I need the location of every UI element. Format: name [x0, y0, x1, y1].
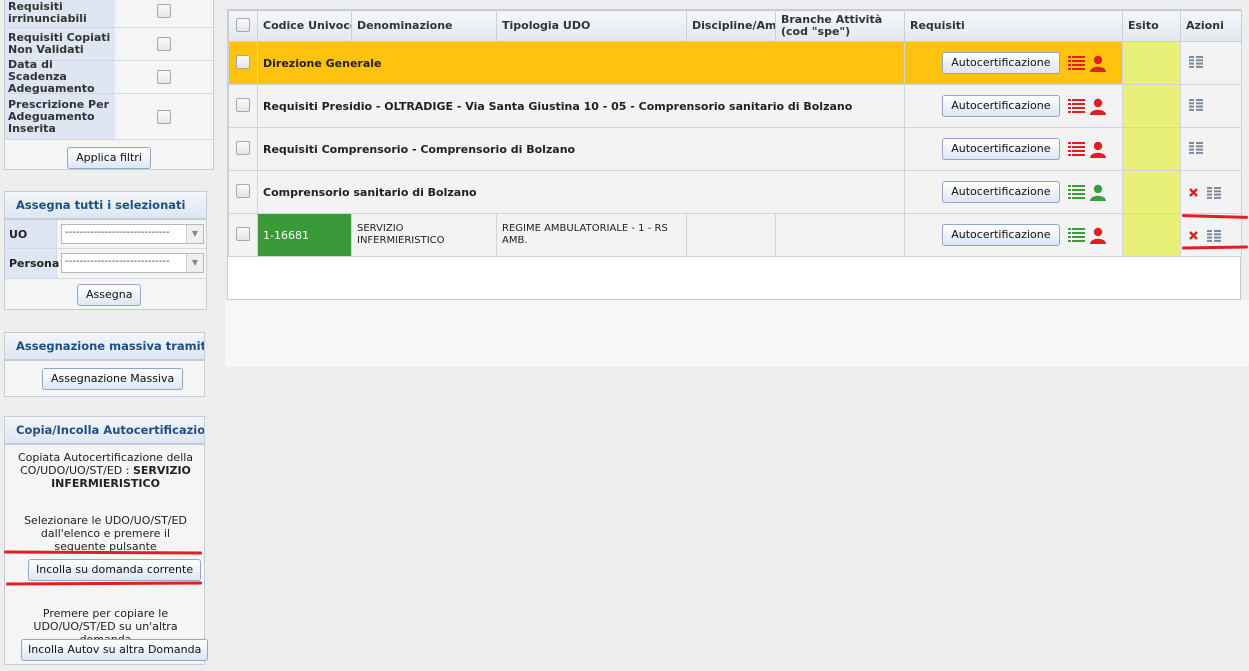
persona-select[interactable]: ----------------------------- ▼ [61, 253, 204, 273]
filter-row: Prescrizione Per Adeguamento Inserita [5, 94, 213, 140]
udo-code-cell[interactable]: 1-16681 [257, 213, 352, 257]
autocert-button[interactable]: Autocertificazione [942, 95, 1060, 117]
col-azioni: Azioni [1180, 10, 1242, 42]
autocert-button[interactable]: Autocertificazione [942, 138, 1060, 160]
autocert-button[interactable]: Autocertificazione [942, 52, 1060, 74]
filter-checkbox-irrinunciabili[interactable] [157, 4, 171, 18]
uo-select[interactable]: ----------------------------- ▼ [61, 224, 204, 244]
filter-checkbox-prescrizione[interactable] [157, 109, 171, 124]
details-icon[interactable] [1189, 98, 1203, 111]
filter-row: Requisiti Copiati Non Validati [5, 28, 213, 61]
esito-cell [1122, 84, 1181, 128]
requirements-list-icon[interactable] [1068, 141, 1085, 157]
table-row: Requisiti Presidio - OLTRADIGE - Via San… [228, 84, 1242, 128]
select-instructions: Selezionare le UDO/UO/ST/ED dall'elenco … [24, 514, 187, 553]
col-requisiti[interactable]: Requisiti [904, 10, 1123, 42]
main-content-area [225, 300, 1249, 367]
table-row: Direzione Generale Autocertificazione [228, 41, 1242, 85]
details-icon[interactable] [1189, 141, 1203, 154]
col-esito[interactable]: Esito [1122, 10, 1181, 42]
col-branche[interactable]: Branche Attività (cod "spe") [775, 10, 905, 42]
user-icon[interactable] [1090, 184, 1106, 201]
udo-branche [775, 213, 905, 257]
filter-row: Data di Scadenza Adeguamento [5, 59, 213, 95]
row-checkbox[interactable] [236, 183, 250, 198]
col-denominazione[interactable]: Denominazione [351, 10, 497, 42]
user-icon[interactable] [1090, 227, 1106, 244]
requirements-list-icon[interactable] [1068, 55, 1085, 71]
copy-paste-panel: Copiata Autocertificazione della CO/UDO/… [4, 444, 209, 665]
col-tipologia[interactable]: Tipologia UDO [496, 10, 687, 42]
requirements-list-icon[interactable] [1068, 98, 1085, 114]
filter-checkbox-non-validati[interactable] [157, 37, 171, 51]
mass-assign-panel-title: Assegnazione massiva tramite UO [4, 332, 205, 360]
requirements-list-icon[interactable] [1068, 184, 1085, 200]
persona-select-value: ----------------------------- [65, 256, 170, 267]
assign-panel: UO ----------------------------- ▼ Perso… [4, 219, 207, 310]
filter-label: Requisiti irrinunciabili [5, 0, 115, 27]
chevron-down-icon: ▼ [186, 225, 203, 243]
filter-checkbox-scadenza[interactable] [157, 70, 171, 84]
row-title: Comprensorio sanitario di Bolzano [257, 170, 905, 214]
esito-cell [1122, 127, 1181, 171]
mass-assign-panel: Assegnazione Massiva [4, 360, 205, 397]
udo-table-container: Codice Univoco Denominazione Tipologia U… [227, 9, 1242, 300]
select-all-checkbox[interactable] [236, 17, 250, 32]
row-checkbox[interactable] [236, 226, 250, 241]
paste-current-button[interactable]: Incolla su domanda corrente [28, 559, 202, 581]
autocert-button[interactable]: Autocertificazione [942, 224, 1060, 246]
user-icon[interactable] [1090, 55, 1106, 72]
row-checkbox[interactable] [236, 97, 250, 112]
copy-paste-panel-title: Copia/Incolla Autocertificazione [4, 416, 205, 444]
row-title: Requisiti Comprensorio - Comprensorio di… [257, 127, 905, 171]
filter-label: Prescrizione Per Adeguamento Inserita [5, 94, 115, 139]
user-icon[interactable] [1090, 141, 1106, 158]
esito-cell [1122, 213, 1181, 257]
details-icon[interactable] [1189, 55, 1203, 68]
filter-row: Requisiti irrinunciabili [5, 0, 213, 28]
requirements-list-icon[interactable] [1068, 227, 1085, 243]
table-row: Requisiti Comprensorio - Comprensorio di… [228, 127, 1242, 171]
delete-icon[interactable] [1189, 188, 1198, 197]
udo-discipline [686, 213, 776, 257]
autocert-button[interactable]: Autocertificazione [942, 181, 1060, 203]
uo-select-value: ----------------------------- [65, 227, 170, 238]
mass-assign-button[interactable]: Assegnazione Massiva [42, 368, 184, 390]
col-discipline[interactable]: Discipline/Ambiti [686, 10, 776, 42]
udo-tipologia: REGIME AMBULATORIALE - 1 - RS AMB. [496, 213, 687, 257]
delete-icon[interactable] [1189, 231, 1198, 240]
udo-table: Codice Univoco Denominazione Tipologia U… [228, 10, 1242, 257]
col-codice[interactable]: Codice Univoco [257, 10, 352, 42]
table-row-udo: 1-16681 SERVIZIO INFERMIERISTICO REGIME … [228, 213, 1242, 257]
esito-cell [1122, 41, 1181, 85]
filters-panel: Requisiti irrinunciabili Requisiti Copia… [4, 0, 214, 170]
details-icon[interactable] [1206, 229, 1221, 242]
esito-cell [1122, 170, 1181, 214]
uo-label: UO [9, 228, 28, 241]
row-checkbox[interactable] [236, 140, 250, 155]
apply-filters-button[interactable]: Applica filtri [67, 147, 151, 169]
user-icon[interactable] [1090, 98, 1106, 115]
assign-panel-title: Assegna tutti i selezionati [4, 191, 207, 219]
udo-denominazione: SERVIZIO INFERMIERISTICO [351, 213, 497, 257]
assign-button[interactable]: Assegna [77, 284, 142, 306]
row-checkbox[interactable] [236, 54, 250, 69]
row-title: Requisiti Presidio - OLTRADIGE - Via San… [257, 84, 905, 128]
row-title: Direzione Generale [257, 41, 905, 85]
paste-other-button[interactable]: Incolla Autov su altra Domanda [21, 639, 209, 661]
table-row: Comprensorio sanitario di Bolzano Autoce… [228, 170, 1242, 214]
filter-label: Requisiti Copiati Non Validati [5, 28, 115, 60]
persona-label: Persona [9, 257, 60, 270]
chevron-down-icon: ▼ [186, 254, 203, 272]
details-icon[interactable] [1206, 186, 1221, 199]
filter-label: Data di Scadenza Adeguamento [5, 59, 115, 95]
